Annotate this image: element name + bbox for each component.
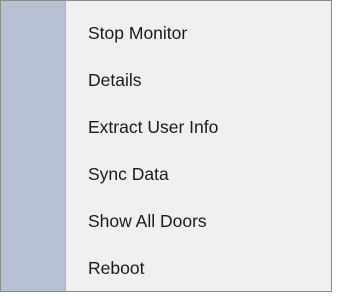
menu-item-reboot[interactable]: Reboot: [66, 245, 331, 292]
menu-item-sync-data[interactable]: Sync Data: [66, 151, 331, 198]
menu-icon-gutter: [1, 1, 66, 291]
menu-item-stop-monitor[interactable]: Stop Monitor: [66, 10, 331, 57]
context-menu: Stop Monitor Details Extract User Info S…: [0, 0, 332, 292]
menu-item-show-all-doors[interactable]: Show All Doors: [66, 198, 331, 245]
menu-item-details[interactable]: Details: [66, 57, 331, 104]
menu-item-extract-user-info[interactable]: Extract User Info: [66, 104, 331, 151]
menu-item-list: Stop Monitor Details Extract User Info S…: [66, 1, 331, 291]
